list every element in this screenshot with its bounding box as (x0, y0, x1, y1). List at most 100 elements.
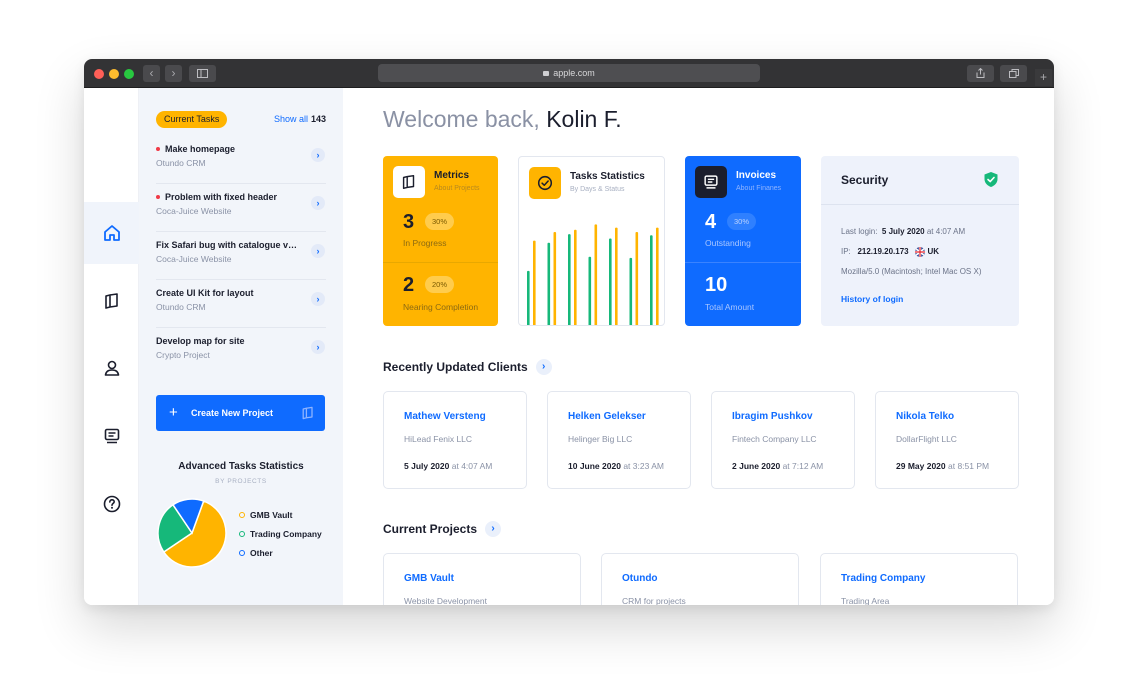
client-card[interactable]: Nikola Telko DollarFlight LLC 29 May 202… (875, 391, 1019, 489)
sidebar-toggle-button[interactable] (189, 65, 216, 82)
plus-icon: + (169, 404, 178, 421)
map-icon (402, 174, 415, 190)
history-of-login-link[interactable]: History of login (841, 294, 903, 304)
show-all-count: 143 (310, 114, 326, 124)
task-title: Create UI Kit for layout (156, 288, 254, 298)
browser-window: ‹ › apple.com + Current Tasks Show all 1… (84, 59, 1054, 605)
client-date: 29 May 2020 (896, 461, 946, 471)
nav-profile[interactable] (84, 337, 139, 399)
project-name[interactable]: Otundo (622, 573, 658, 584)
last-login-date: 5 July 2020 (881, 227, 925, 236)
chevron-right-icon[interactable]: › (311, 148, 325, 162)
share-button[interactable] (967, 65, 994, 82)
user-name: Kolin F. (546, 106, 622, 132)
bar-yellow-2 (553, 231, 557, 325)
sidebar-toggle-icon (197, 69, 208, 78)
task-item[interactable]: Fix Safari bug with catalogue view Coca-… (156, 232, 326, 280)
chevron-right-icon[interactable]: › (311, 292, 325, 306)
client-name[interactable]: Helken Gelekser (568, 411, 646, 422)
task-title: Fix Safari bug with catalogue view (156, 240, 298, 250)
projects-title: Current Projects (383, 522, 478, 537)
zoom-window-button[interactable] (124, 69, 134, 79)
client-company: Fintech Company LLC (732, 434, 817, 444)
bar-yellow-1 (533, 240, 536, 325)
address-bar[interactable]: apple.com (378, 64, 760, 82)
invoices-pct-1: 30% (727, 213, 757, 230)
card-divider (383, 262, 498, 263)
task-item[interactable]: Develop map for site Crypto Project › (156, 328, 326, 376)
last-login-label: Last login: (841, 227, 878, 236)
client-time: at 4:07 AM (451, 461, 493, 471)
bar-yellow-4 (594, 224, 598, 325)
invoices-card[interactable]: Invoices About Finanes 4 30% Outstanding… (685, 156, 801, 326)
project-name[interactable]: GMB Vault (404, 573, 454, 584)
client-card[interactable]: Mathew Versteng HiLead Fenix LLC 5 July … (383, 391, 527, 489)
metrics-icon-box (393, 166, 425, 198)
task-item[interactable]: Problem with fixed header Coca-Juice Web… (156, 184, 326, 232)
task-item[interactable]: Make homepage Otundo CRM › (156, 136, 326, 184)
browser-titlebar: ‹ › apple.com + (84, 59, 1054, 88)
tasks-statistics-card[interactable]: Tasks Statistics By Days & Status (518, 156, 665, 326)
metrics-value-1: 3 (403, 211, 415, 233)
client-updated: 29 May 2020 at 8:51 PM (896, 461, 989, 471)
task-item[interactable]: Create UI Kit for layout Otundo CRM › (156, 280, 326, 328)
client-name[interactable]: Ibragim Pushkov (732, 411, 813, 422)
bar-yellow-7 (656, 227, 659, 325)
client-updated: 10 June 2020 at 3:23 AM (568, 461, 664, 471)
task-title: Make homepage (156, 144, 298, 154)
close-window-button[interactable] (94, 69, 104, 79)
invoice-icon (104, 428, 119, 444)
invoice-icon (704, 175, 718, 189)
metrics-pct-2: 20% (425, 276, 455, 293)
minimize-window-button[interactable] (109, 69, 119, 79)
chevron-right-icon[interactable]: › (535, 359, 552, 375)
chevron-right-icon[interactable]: › (311, 196, 325, 210)
project-name[interactable]: Trading Company (841, 573, 925, 584)
project-subtitle: Website Development (404, 596, 487, 605)
project-card[interactable]: Trading Company Trading Area (820, 553, 1018, 605)
create-new-project-button[interactable]: + Create New Project (156, 395, 325, 431)
new-tab-button[interactable]: + (1035, 69, 1052, 86)
legend-item: Other (239, 548, 273, 558)
tabs-overview-button[interactable] (1000, 65, 1027, 82)
clients-title: Recently Updated Clients (383, 360, 528, 375)
metrics-card[interactable]: Metrics About Projects 3 30% In Progress… (383, 156, 498, 326)
help-icon (103, 495, 120, 513)
client-name[interactable]: Nikola Telko (896, 411, 954, 422)
back-button[interactable]: ‹ (143, 65, 160, 82)
clients-section-title: Recently Updated Clients › (383, 359, 552, 376)
bar-green-4 (588, 256, 592, 325)
client-card[interactable]: Ibragim Pushkov Fintech Company LLC 2 Ju… (711, 391, 855, 489)
chevron-right-icon[interactable]: › (485, 521, 502, 537)
project-card[interactable]: Otundo CRM for projects (601, 553, 799, 605)
nav-home[interactable] (84, 202, 139, 264)
invoices-subtitle: About Finanes (736, 185, 782, 192)
chevron-right-icon[interactable]: › (311, 340, 325, 354)
tasks-sidebar: Current Tasks Show all 143 Make homepage … (139, 88, 343, 605)
icon-rail (84, 88, 139, 605)
country-code: UK (927, 247, 940, 257)
nav-help[interactable] (84, 473, 139, 535)
bar-yellow-3 (574, 229, 577, 325)
invoices-title: Invoices (736, 170, 777, 181)
invoices-value-2: 10 (705, 274, 728, 296)
shield-check-icon (984, 172, 998, 187)
task-project: Coca-Juice Website (156, 206, 232, 216)
nav-map[interactable] (84, 270, 139, 332)
forward-button[interactable]: › (165, 65, 182, 82)
task-project: Crypto Project (156, 350, 210, 360)
client-card[interactable]: Helken Gelekser Helinger Big LLC 10 June… (547, 391, 691, 489)
project-card[interactable]: GMB Vault Website Development (383, 553, 581, 605)
tabs-icon (1008, 69, 1019, 78)
card-divider (685, 262, 801, 263)
legend-marker (239, 511, 245, 518)
chevron-right-icon[interactable]: › (311, 244, 325, 258)
nav-invoices[interactable] (84, 405, 139, 467)
projects-pie-chart (157, 498, 227, 568)
client-name[interactable]: Mathew Versteng (404, 411, 486, 422)
ip-line: IP: 212.19.20.173 UK (841, 247, 939, 257)
user-agent: Mozilla/5.0 (Macintosh; Intel Mac OS X) (841, 267, 982, 276)
metrics-title: Metrics (434, 170, 470, 181)
show-all-link[interactable]: Show all 143 (274, 114, 326, 124)
projects-section-title: Current Projects › (383, 521, 502, 538)
